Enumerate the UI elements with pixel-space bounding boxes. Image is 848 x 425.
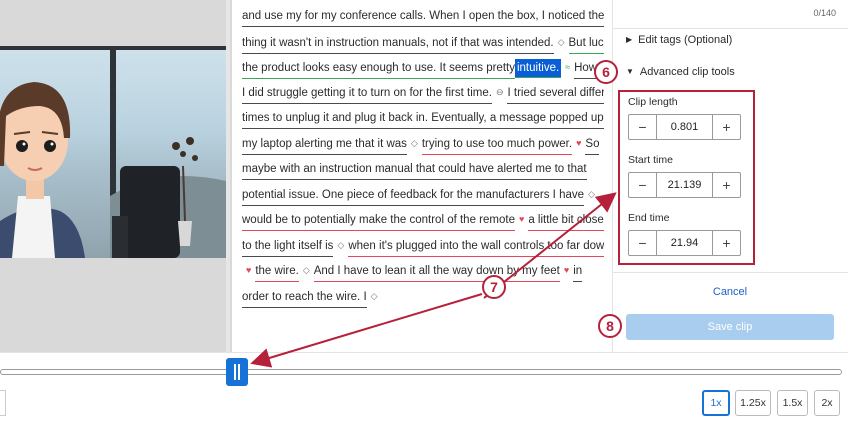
transcript-segment[interactable]: potential issue. One piece of feedback f… — [242, 186, 585, 206]
transcript-segment[interactable]: thing it wasn't in instruction manuals, … — [242, 34, 554, 54]
transcript-panel: and use my for my conference calls. When… — [242, 0, 604, 352]
start-time-stepper[interactable]: − 21.139 + — [628, 172, 741, 198]
start-time-input[interactable]: 21.139 — [656, 173, 713, 197]
sentiment-icon[interactable]: ◇ — [588, 182, 595, 207]
transcript-segment[interactable]: to the light itself is — [242, 237, 334, 257]
step-badge-7: 7 — [482, 275, 506, 299]
transcript-line: and use my for my conference calls. When… — [242, 4, 604, 29]
caret-down-icon: ▼ — [626, 67, 634, 76]
speed-1-25x-button[interactable]: 1.25x — [735, 390, 771, 416]
speed-2x-button[interactable]: 2x — [814, 390, 840, 416]
transcript-segment[interactable]: my laptop alerting me that it was — [242, 135, 407, 155]
clip-length-decrement-button[interactable]: − — [629, 115, 656, 139]
sentiment-icon[interactable]: ⊖ — [496, 80, 504, 105]
transcript-segment[interactable]: the wire. — [255, 262, 299, 282]
left-control-stub — [0, 390, 6, 416]
transcript-line: potential issue. One piece of feedback f… — [242, 182, 599, 208]
sentiment-icon[interactable]: ♥ — [576, 131, 581, 156]
sentiment-icon[interactable]: ♥ — [564, 258, 569, 283]
avatar-video-image — [0, 46, 226, 258]
transcript-line: times to unplug it and plug it back in. … — [242, 106, 604, 131]
end-time-label: End time — [628, 212, 670, 224]
section-divider — [612, 28, 848, 29]
transcript-segment[interactable]: and use my for my conference calls. When… — [242, 7, 604, 27]
selected-word[interactable]: intuitive. — [514, 59, 562, 78]
clip-length-label: Clip length — [628, 96, 678, 108]
transcript-segment[interactable]: in — [573, 262, 583, 282]
transcript-segment[interactable]: trying to use too much power. — [421, 135, 573, 155]
sentiment-icon[interactable]: ◇ — [303, 258, 310, 283]
step-badge-8: 8 — [598, 314, 622, 338]
end-time-stepper[interactable]: − 21.94 + — [628, 230, 741, 256]
timeline-track[interactable] — [0, 369, 842, 375]
video-frame[interactable] — [0, 46, 226, 258]
end-time-increment-button[interactable]: + — [713, 231, 740, 255]
caret-right-icon: ▶ — [626, 35, 633, 44]
sentiment-icon[interactable]: ≈ — [565, 55, 570, 80]
transcript-segment[interactable]: So — [585, 135, 600, 155]
character-counter: 0/140 — [813, 8, 836, 18]
timeline-divider — [0, 352, 848, 353]
transcript-segment[interactable]: when it's plugged into the wall controls… — [348, 237, 604, 257]
section-divider — [612, 272, 848, 273]
transcript-segment[interactable]: I did struggle getting it to turn on for… — [242, 84, 492, 104]
save-clip-button[interactable]: Save clip — [626, 314, 834, 340]
transcript-segment[interactable]: the product looks easy enough to use. It… — [242, 59, 515, 79]
step-badge-6: 6 — [594, 60, 618, 84]
transcript-line: thing it wasn't in instruction manuals, … — [242, 30, 604, 56]
transcript-line: the product looks easy enough to use. It… — [242, 55, 604, 81]
end-time-decrement-button[interactable]: − — [629, 231, 656, 255]
transcript-segment[interactable]: would be to potentially make the control… — [242, 211, 515, 231]
transcript-segment[interactable]: order to reach the wire. I — [242, 288, 367, 308]
sentiment-icon[interactable]: ♥ — [519, 207, 524, 232]
sentiment-icon[interactable]: ♥ — [246, 258, 251, 283]
speed-1-5x-button[interactable]: 1.5x — [777, 390, 808, 416]
advanced-clip-tools-toggle[interactable]: ▼ Advanced clip tools — [626, 66, 735, 78]
sentiment-icon[interactable]: ◇ — [411, 131, 418, 156]
transcript-segment[interactable]: But luckily — [568, 34, 604, 54]
start-time-decrement-button[interactable]: − — [629, 173, 656, 197]
sentiment-icon[interactable]: ◇ — [558, 30, 565, 55]
transcript-segment[interactable]: times to unplug it and plug it back in. … — [242, 109, 604, 129]
transcript-line: ♥ the wire. ◇ And I have to lean it all the… — [242, 258, 583, 284]
transcript-line: order to reach the wire. I ◇ — [242, 284, 382, 310]
panel-divider[interactable] — [226, 0, 230, 352]
sentiment-icon[interactable]: ◇ — [371, 284, 378, 309]
start-time-label: Start time — [628, 154, 673, 166]
transcript-segment[interactable]: And I have to lean it all the way down b… — [313, 262, 560, 282]
transcript-line: to the light itself is ◇ when it's plugged… — [242, 233, 604, 259]
transcript-line: my laptop alerting me that it was ◇ trying… — [242, 131, 600, 157]
transcript-segment[interactable]: I tried several different — [507, 84, 604, 104]
transcript-line: would be to potentially make the control… — [242, 207, 604, 233]
cancel-button[interactable]: Cancel — [626, 286, 834, 298]
clip-length-increment-button[interactable]: + — [713, 115, 740, 139]
timeline-handle[interactable] — [226, 358, 248, 386]
speed-1x-button[interactable]: 1x — [702, 390, 730, 416]
transcript-line: maybe with an instruction manual that co… — [242, 157, 587, 182]
clip-length-stepper[interactable]: − 0.801 + — [628, 114, 741, 140]
transcript-segment[interactable]: maybe with an instruction manual that co… — [242, 160, 587, 180]
transcript-segment[interactable]: a little bit closer — [528, 211, 604, 231]
end-time-input[interactable]: 21.94 — [656, 231, 713, 255]
transcript-line: I did struggle getting it to turn on for… — [242, 80, 604, 106]
start-time-increment-button[interactable]: + — [713, 173, 740, 197]
clip-length-input[interactable]: 0.801 — [656, 115, 713, 139]
edit-tags-toggle[interactable]: ▶ Edit tags (Optional) — [626, 34, 732, 46]
sentiment-icon[interactable]: ◇ — [337, 233, 344, 258]
